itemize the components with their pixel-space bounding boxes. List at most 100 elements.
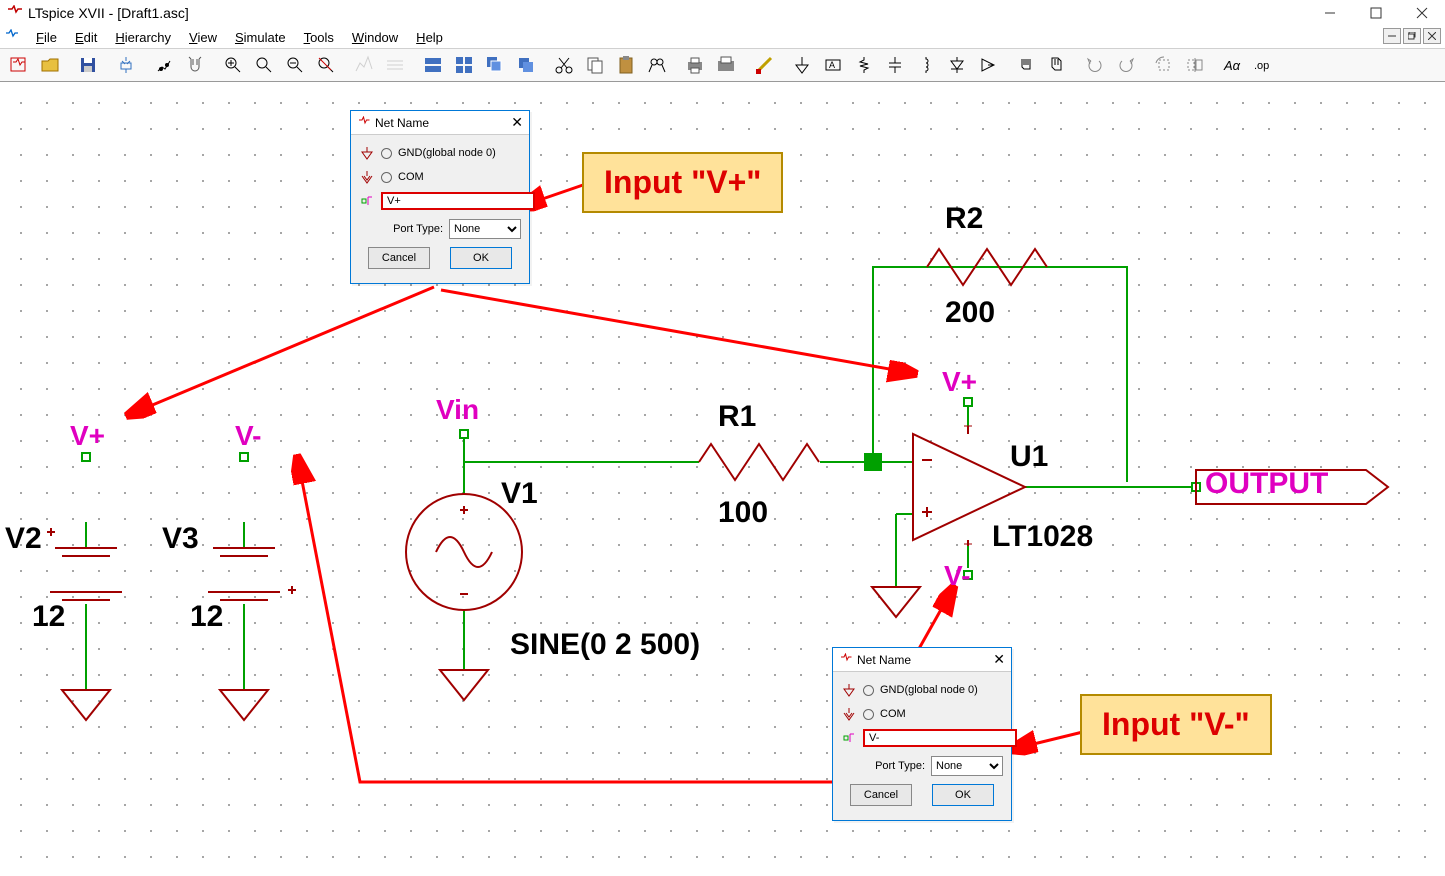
svg-text:Aα: Aα xyxy=(1223,58,1241,73)
tb-diode[interactable] xyxy=(942,51,972,79)
tb-halt[interactable] xyxy=(180,51,210,79)
tb-redo[interactable] xyxy=(1111,51,1141,79)
menu-hierarchy[interactable]: Hierarchy xyxy=(107,28,179,47)
tb-setup[interactable] xyxy=(711,51,741,79)
port-type-select[interactable]: None xyxy=(931,756,1003,776)
dialog-icon xyxy=(357,116,371,130)
dialog-close-button[interactable]: ✕ xyxy=(511,114,523,131)
tb-tile-horz[interactable] xyxy=(418,51,448,79)
netname-input[interactable] xyxy=(381,192,535,210)
tb-copy[interactable] xyxy=(580,51,610,79)
tb-paste[interactable] xyxy=(611,51,641,79)
menu-file[interactable]: File xyxy=(28,28,65,47)
tb-draw-wire[interactable] xyxy=(749,51,779,79)
dialog-close-button[interactable]: ✕ xyxy=(993,651,1005,668)
window-close-button[interactable] xyxy=(1399,0,1445,26)
radio-com[interactable] xyxy=(381,172,392,183)
netname-input[interactable] xyxy=(863,729,1017,747)
ok-button[interactable]: OK xyxy=(932,784,994,806)
label-icon xyxy=(359,193,375,209)
label-icon xyxy=(841,730,857,746)
window-maximize-button[interactable] xyxy=(1353,0,1399,26)
tb-tile-vert[interactable] xyxy=(449,51,479,79)
port-type-select[interactable]: None xyxy=(449,219,521,239)
app-icon xyxy=(6,5,22,21)
window-minimize-button[interactable] xyxy=(1307,0,1353,26)
radio-com-label: COM xyxy=(880,708,906,720)
tb-move[interactable] xyxy=(1011,51,1041,79)
tb-capacitor[interactable] xyxy=(880,51,910,79)
menubar: File Edit Hierarchy View Simulate Tools … xyxy=(0,26,1445,48)
tb-open[interactable] xyxy=(35,51,65,79)
net-vin[interactable]: Vin xyxy=(436,394,479,426)
tb-undo[interactable] xyxy=(1080,51,1110,79)
radio-gnd[interactable] xyxy=(863,685,874,696)
tb-spice-directive[interactable]: .op xyxy=(1249,51,1279,79)
menu-window[interactable]: Window xyxy=(344,28,406,47)
callout-input-vminus: Input "V-" xyxy=(1080,694,1272,755)
label-r1-val[interactable]: 100 xyxy=(718,496,768,530)
tb-control-panel[interactable] xyxy=(111,51,141,79)
label-u1-model[interactable]: LT1028 xyxy=(992,520,1093,554)
radio-gnd-label: GND(global node 0) xyxy=(880,684,978,696)
tb-drag[interactable] xyxy=(1042,51,1072,79)
net-vminus-left[interactable]: V- xyxy=(235,420,261,452)
tb-mirror[interactable] xyxy=(1180,51,1210,79)
tb-cascade[interactable] xyxy=(480,51,510,79)
cancel-button[interactable]: Cancel xyxy=(850,784,912,806)
label-v1-ref[interactable]: V1 xyxy=(501,477,538,511)
tb-print[interactable] xyxy=(680,51,710,79)
label-v2-val[interactable]: 12 xyxy=(32,600,65,634)
tb-find[interactable] xyxy=(642,51,672,79)
mdi-close-button[interactable] xyxy=(1423,28,1441,44)
ok-button[interactable]: OK xyxy=(450,247,512,269)
menu-help[interactable]: Help xyxy=(408,28,451,47)
tb-resistor[interactable] xyxy=(849,51,879,79)
menu-tools[interactable]: Tools xyxy=(296,28,342,47)
menu-edit[interactable]: Edit xyxy=(67,28,105,47)
toolbar: A Aα .op xyxy=(0,48,1445,82)
radio-com[interactable] xyxy=(863,709,874,720)
tb-new-schematic[interactable] xyxy=(4,51,34,79)
label-v3-val[interactable]: 12 xyxy=(190,600,223,634)
label-r2-ref[interactable]: R2 xyxy=(945,202,983,236)
menu-view[interactable]: View xyxy=(181,28,225,47)
dialog-icon xyxy=(839,653,853,667)
tb-place-text[interactable]: Aα xyxy=(1218,51,1248,79)
tb-autorange-x[interactable] xyxy=(349,51,379,79)
tb-rotate[interactable] xyxy=(1149,51,1179,79)
label-r2-val[interactable]: 200 xyxy=(945,296,995,330)
tb-zoom-fit[interactable] xyxy=(311,51,341,79)
label-u1-ref[interactable]: U1 xyxy=(1010,440,1048,474)
tb-pan[interactable] xyxy=(249,51,279,79)
tb-label-net[interactable]: A xyxy=(818,51,848,79)
schematic-canvas[interactable]: V2 12 V3 12 V1 SINE(0 2 500) R1 100 R2 2… xyxy=(0,82,1445,876)
tb-zoom-in[interactable] xyxy=(218,51,248,79)
tb-close-all[interactable] xyxy=(511,51,541,79)
tb-run[interactable] xyxy=(149,51,179,79)
menu-simulate[interactable]: Simulate xyxy=(227,28,294,47)
tb-save[interactable] xyxy=(73,51,103,79)
net-vplus-right[interactable]: V+ xyxy=(942,366,977,398)
com-icon xyxy=(359,169,375,185)
net-vplus-left[interactable]: V+ xyxy=(70,420,105,452)
net-vminus-right[interactable]: V- xyxy=(944,560,970,592)
mdi-restore-button[interactable] xyxy=(1403,28,1421,44)
label-v2-ref[interactable]: V2 xyxy=(5,522,42,556)
net-output[interactable]: OUTPUT xyxy=(1205,467,1328,501)
tb-component[interactable] xyxy=(973,51,1003,79)
label-v3-ref[interactable]: V3 xyxy=(162,522,199,556)
cancel-button[interactable]: Cancel xyxy=(368,247,430,269)
radio-gnd[interactable] xyxy=(381,148,392,159)
label-v1-func[interactable]: SINE(0 2 500) xyxy=(510,628,700,662)
port-type-label: Port Type: xyxy=(875,760,925,772)
mdi-minimize-button[interactable] xyxy=(1383,28,1401,44)
tb-ground[interactable] xyxy=(787,51,817,79)
tb-autorange-y[interactable] xyxy=(380,51,410,79)
dialog-title: Net Name xyxy=(375,116,429,130)
tb-zoom-out[interactable] xyxy=(280,51,310,79)
label-r1-ref[interactable]: R1 xyxy=(718,400,756,434)
tb-cut[interactable] xyxy=(549,51,579,79)
tb-inductor[interactable] xyxy=(911,51,941,79)
titlebar: LTspice XVII - [Draft1.asc] xyxy=(0,0,1445,26)
